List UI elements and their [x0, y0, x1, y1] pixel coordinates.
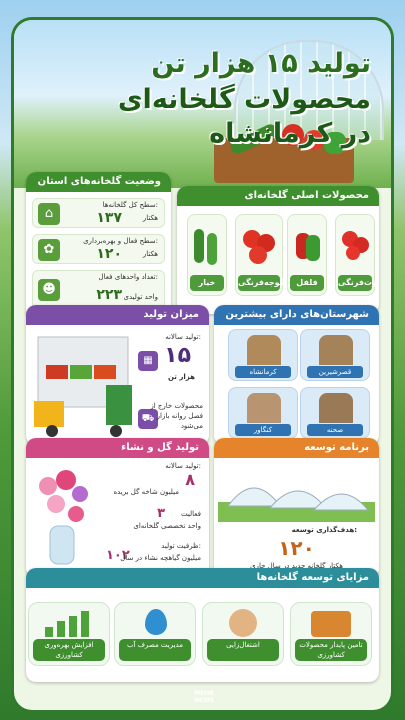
city-name: کنگاور [235, 424, 291, 436]
advantage-tile: اشتغال‌زایی [202, 602, 284, 666]
advantage-name: اشتغال‌زایی [207, 639, 279, 661]
infographic-frame: تولید ۱۵ هزار تن محصولات گلخانه‌ای در کر… [14, 20, 391, 710]
development-card: برنامه توسعه هدف‌گذاری توسعه: ۱۲۰ هکتار … [214, 438, 379, 578]
city-name: کرمانشاه [235, 366, 291, 378]
stat-value: ۲۲۳ [96, 287, 122, 303]
flower-stat-unit: میلیون گیاهچه نشاء در سال [120, 554, 201, 562]
vegetable-basket-icon [311, 611, 351, 637]
advantage-name: افزایش بهره‌وری کشاورزی [33, 639, 105, 661]
flowers-card-title: تولید گل و نشاء [26, 438, 209, 458]
truck-illustration [32, 331, 134, 439]
product-tile: خیار [187, 214, 227, 296]
flower-stat-label: ظرفیت تولید: [161, 542, 201, 550]
monument-icon [319, 335, 353, 365]
growth-chart-icon [43, 609, 95, 637]
product-tile: فلفل [287, 214, 327, 296]
production-card-title: میزان تولید [26, 305, 209, 325]
target-value: ۱۲۰ [278, 536, 315, 560]
stat-unit: هکتار [142, 250, 158, 258]
stat-label: سطح کل گلخانه‌ها: [102, 201, 158, 209]
stat-label: تعداد واحدهای فعال: [98, 273, 158, 281]
cities-card: شهرستان‌های دارای بیشترین گلخانه کرمانشا… [214, 305, 379, 445]
flower-stat-value: ۸ [185, 470, 195, 489]
product-tile: گوجه‌فرنگی [235, 214, 284, 296]
water-drop-icon [145, 609, 167, 635]
advantage-tile: افزایش بهره‌وری کشاورزی [28, 602, 110, 666]
flower-vase-illustration [30, 464, 94, 572]
flower-stat-label: فعالیت [181, 510, 201, 518]
cities-card-title: شهرستان‌های دارای بیشترین گلخانه [214, 305, 379, 340]
title-line-3: در کرمانشاه [209, 118, 371, 149]
tomato-icon [240, 219, 275, 267]
flowers-card: تولید گل و نشاء تولید سالانه: ۸ میلیون ش… [26, 438, 209, 578]
product-name: گوجه‌فرنگی [238, 275, 284, 291]
advantage-name: تامین پایدار محصولات کشاورزی [295, 639, 367, 661]
advantage-tile: مدیریت مصرف آب [114, 602, 196, 666]
sprout-icon: ✿ [38, 239, 60, 261]
cucumber-icon [192, 219, 222, 267]
stat-unit: هکتار [142, 214, 158, 222]
stat-value: ۱۲۰ [96, 246, 122, 262]
product-name: توت‌فرنگی [338, 275, 379, 291]
greenhouse-icon: ⌂ [38, 203, 60, 225]
calendar-icon: ▦ [138, 351, 158, 371]
advantage-name: مدیریت مصرف آب [119, 639, 191, 661]
stat-unit: واحد تولیدی [123, 293, 158, 301]
flower-stat-value: ۳ [157, 506, 165, 521]
city-tile: صحنه [300, 387, 370, 439]
advantage-tile: تامین پایدار محصولات کشاورزی [290, 602, 372, 666]
annual-label: تولید سالانه: [165, 333, 201, 341]
farmer-icon [229, 609, 257, 637]
flower-stat-label: تولید سالانه: [165, 462, 201, 470]
logo-text-2: NEWS [193, 697, 215, 704]
products-card-title: محصولات اصلی گلخانه‌ای [177, 186, 379, 206]
flower-stat-unit: میلیون شاخه گل بریده [113, 488, 179, 496]
products-card: محصولات اصلی گلخانه‌ای توت‌فرنگی فلفل گو… [177, 186, 379, 314]
stat-row: ✿ سطح فعال و بهره‌برداری: ۱۲۰ هکتار [32, 234, 165, 264]
people-icon: ☻ [38, 279, 60, 301]
title-line-1: تولید ۱۵ هزار تن [151, 48, 371, 79]
status-card-title: وضعیت گلخانه‌های استان [26, 172, 171, 192]
stat-row: ⌂ سطح کل گلخانه‌ها: ۱۳۷ هکتار [32, 198, 165, 228]
city-tile: کنگاور [228, 387, 298, 439]
advantages-card: مزایای توسعه گلخانه‌ها تامین پایدار محصو… [26, 568, 379, 682]
annual-unit: هزار تن [167, 373, 195, 381]
stat-row: ☻ تعداد واحدهای فعال: ۲۲۳ واحد تولیدی [32, 270, 165, 310]
advantages-card-title: مزایای توسعه گلخانه‌ها [26, 568, 379, 588]
development-card-title: برنامه توسعه [214, 438, 379, 458]
title-line-2: محصولات گلخانه‌ای [117, 84, 371, 115]
status-card: وضعیت گلخانه‌های استان ⌂ سطح کل گلخانه‌ه… [26, 172, 171, 320]
product-name: فلفل [290, 275, 324, 291]
strawberry-icon [340, 219, 370, 267]
city-tile: قصرشیرین [300, 329, 370, 381]
monument-icon [247, 393, 281, 423]
flower-stat-unit: واحد تخصصی گلخانه‌ای [133, 522, 201, 530]
monument-icon [247, 335, 281, 365]
mehr-news-logo: MEHR NEWS [192, 684, 216, 708]
monument-icon [319, 393, 353, 423]
city-name: صحنه [307, 424, 363, 436]
annual-value: ۱۵ [164, 343, 191, 368]
product-tile: توت‌فرنگی [335, 214, 379, 296]
logo-text-1: MEHR [194, 690, 214, 697]
hero-banner: تولید ۱۵ هزار تن محصولات گلخانه‌ای در کر… [14, 20, 391, 188]
stat-value: ۱۳۷ [96, 210, 122, 226]
stat-label: سطح فعال و بهره‌برداری: [83, 237, 158, 245]
pepper-icon [292, 219, 322, 267]
production-card: میزان تولید ▦ تولید سالانه: ۱۵ هزار تن ⛟… [26, 305, 209, 445]
production-note: محصولات خارج از فصل روانه بازار می‌شود [150, 402, 203, 430]
city-tile: کرمانشاه [228, 329, 298, 381]
product-name: خیار [190, 275, 224, 291]
city-name: قصرشیرین [307, 366, 363, 378]
greenhouses-illustration [218, 462, 375, 522]
target-label: هدف‌گذاری توسعه: [291, 526, 357, 534]
